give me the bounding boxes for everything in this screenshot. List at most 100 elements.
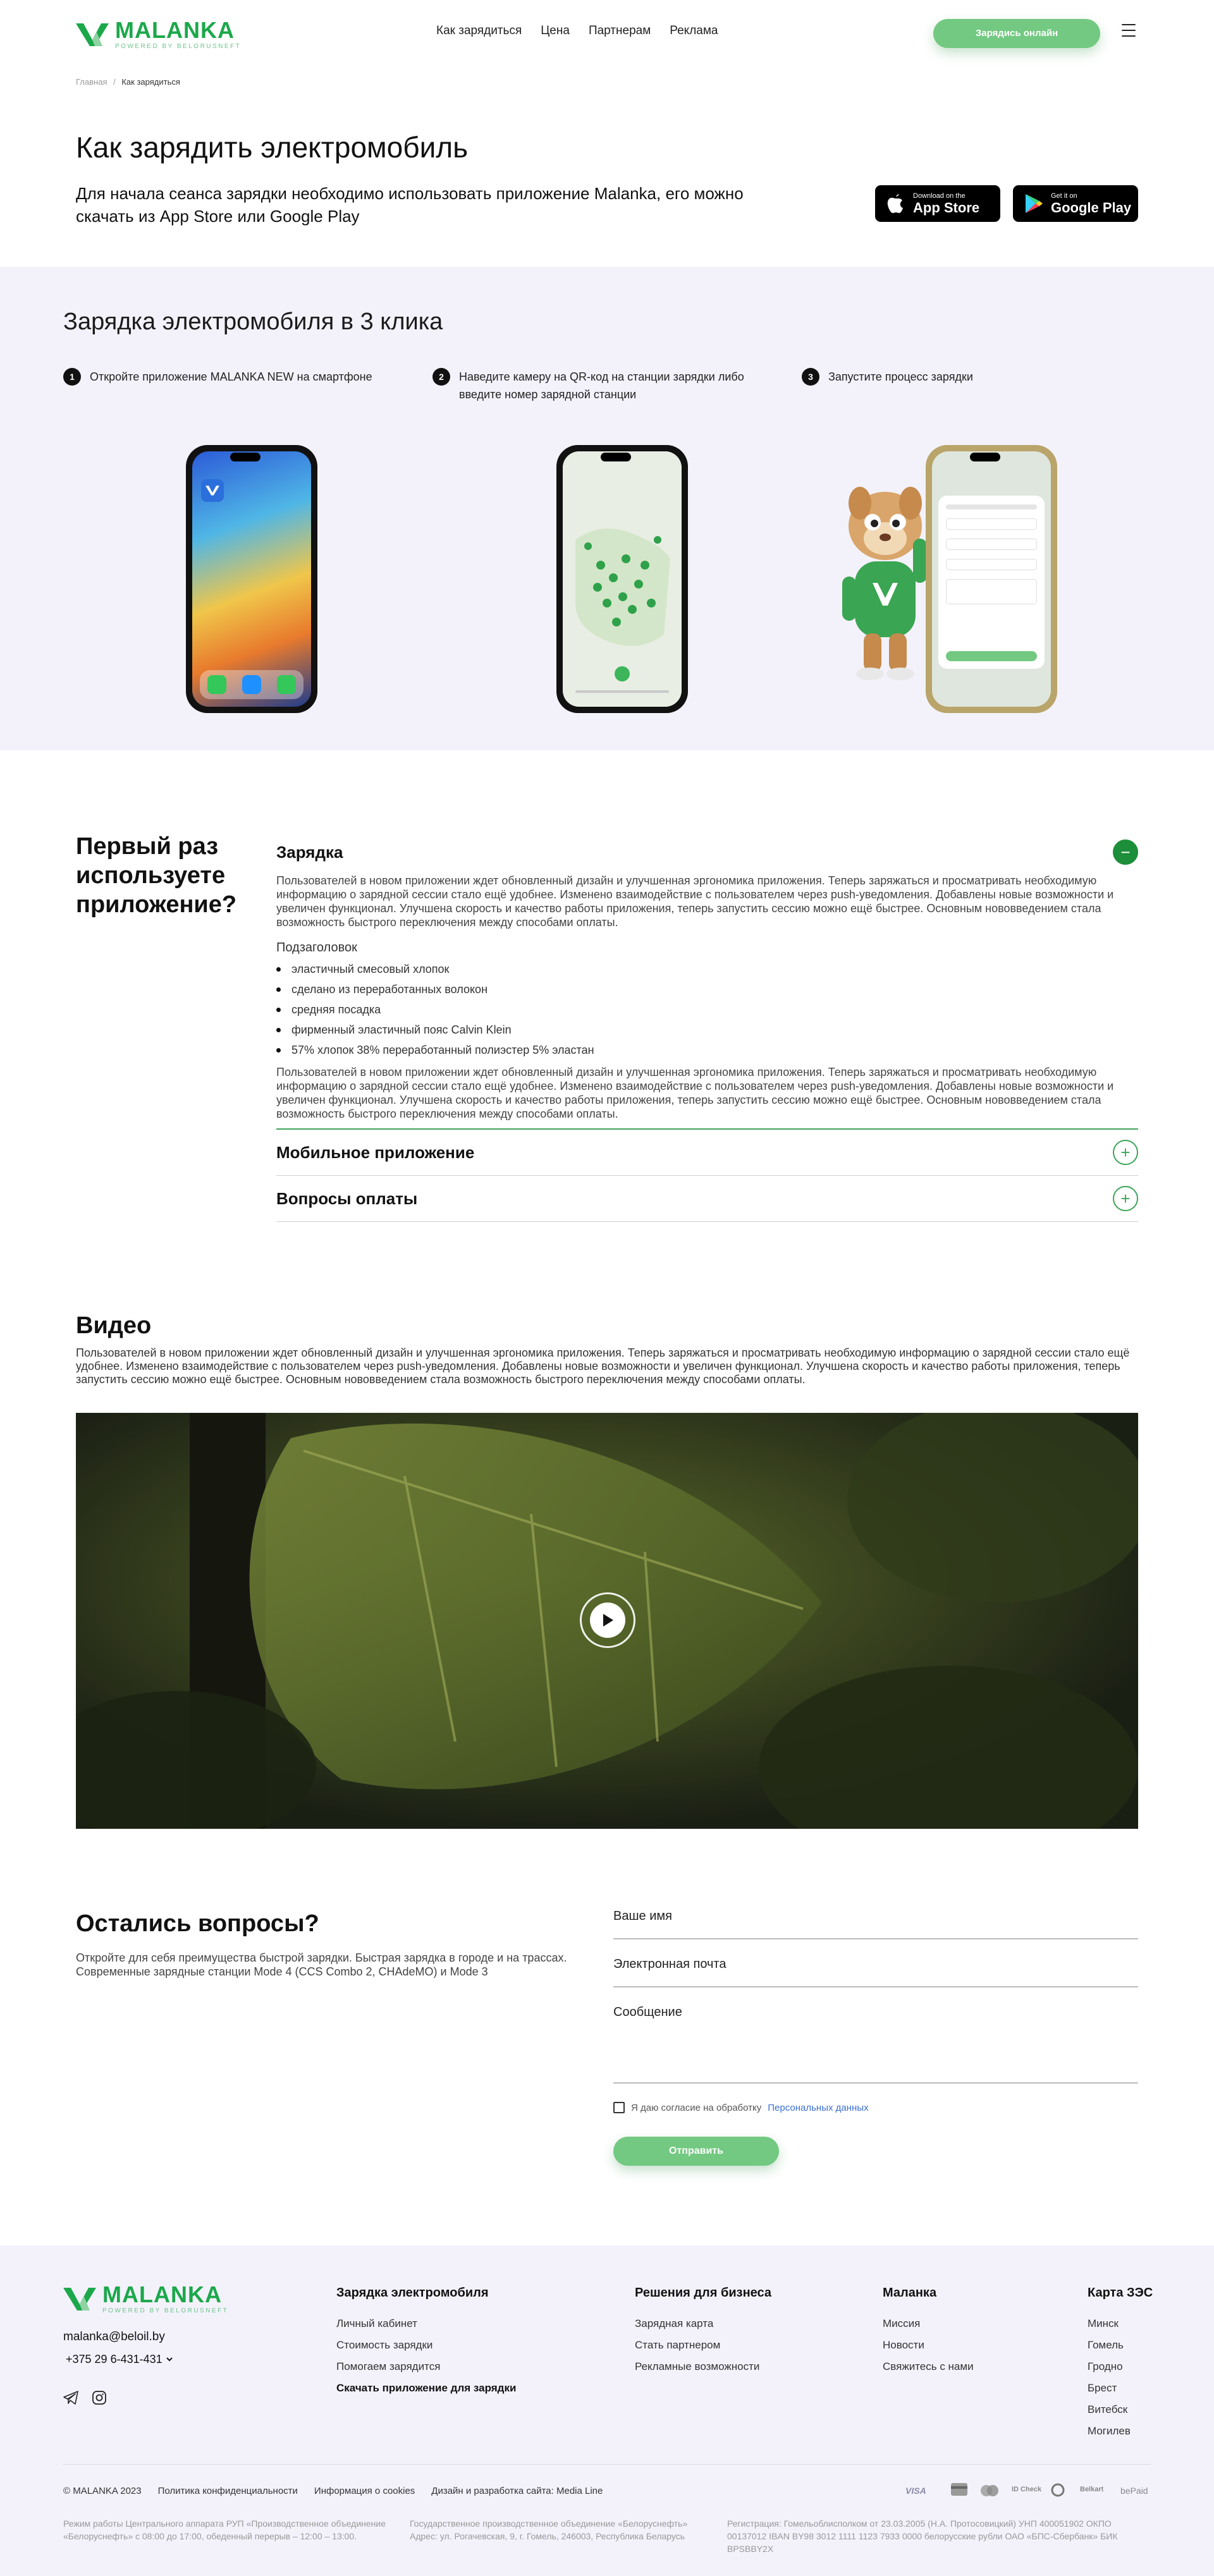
footer-info-address: Государственное производственное объедин… — [410, 2518, 688, 2541]
chevron-down-icon — [166, 2357, 173, 2362]
video-description: Пользователей в новом приложении ждет об… — [76, 1346, 1130, 1386]
email-field[interactable]: Электронная почта — [613, 1957, 1138, 1987]
instagram-icon[interactable] — [92, 2391, 106, 2405]
footer-link[interactable]: Стоимость зарядки — [336, 2335, 516, 2356]
step-1: 1 Откройте приложение MALANKA NEW на сма… — [63, 368, 417, 386]
app-store-button[interactable]: Download on the App Store — [875, 185, 1000, 222]
nav-how-to-charge[interactable]: Как зарядиться — [436, 24, 522, 38]
phone-charging-screen — [926, 445, 1057, 713]
consent-text: Я даю согласие на обработку — [631, 2102, 762, 2113]
nav-advertising[interactable]: Реклама — [670, 24, 718, 38]
personal-data-link[interactable]: Персональных данных — [768, 2103, 868, 2113]
logo-subtitle: POWERED BY BELORUSNEFT — [102, 2307, 229, 2314]
footer-col-business: Решения для бизнеса Зарядная карта Стать… — [635, 2286, 771, 2378]
mastercard-icon — [979, 2484, 1000, 2497]
faq-title: Первый раз используете приложение? — [76, 833, 237, 918]
name-label: Ваше имя — [613, 1909, 672, 1923]
accordion-title: Зарядка — [276, 842, 343, 862]
footer-link[interactable]: Зарядная карта — [635, 2313, 771, 2335]
footer-info-registration: Регистрация: Гомельоблисполком от 23.03.… — [727, 2518, 1118, 2554]
charge-online-button[interactable]: Зарядись онлайн — [933, 19, 1100, 48]
malanka-logo-icon — [76, 23, 109, 46]
phone-map-screen — [556, 445, 688, 713]
accordion-paragraph: Пользователей в новом приложении ждет об… — [276, 874, 1114, 929]
footer-col-title: Карта ЗЭС — [1088, 2286, 1153, 2300]
id-check-icon: ID Check — [1012, 2486, 1042, 2493]
social-icons — [63, 2391, 106, 2405]
step-text: Откройте приложение MALANKA NEW на смарт… — [90, 370, 372, 383]
dock — [200, 670, 304, 699]
expand-plus-icon[interactable]: + — [1113, 1186, 1138, 1211]
footer-link[interactable]: Миссия — [883, 2313, 974, 2335]
step-3: 3 Запустите процесс зарядки — [802, 368, 1131, 386]
payment-card-icon — [951, 2483, 967, 2496]
google-play-button[interactable]: Get it on Google Play — [1013, 185, 1138, 222]
video-title: Видео — [76, 1312, 152, 1339]
phone-home-screen — [186, 445, 317, 713]
steps-section: Зарядка электромобиля в 3 клика 1 Открой… — [0, 267, 1214, 750]
footer-link[interactable]: Помогаем зарядится — [336, 2356, 516, 2378]
footer-link[interactable]: Брест — [1088, 2378, 1153, 2399]
menu-burger-icon[interactable] — [1122, 24, 1136, 38]
privacy-policy-link[interactable]: Политика конфиденциальности — [158, 2486, 298, 2496]
footer-link[interactable]: Стать партнером — [635, 2335, 771, 2356]
divider — [276, 1221, 1138, 1222]
hero-lead: Для начала сеанса зарядки необходимо исп… — [76, 184, 744, 226]
squirrel-mascot-icon — [842, 487, 927, 680]
footer-link[interactable]: Гродно — [1088, 2356, 1153, 2378]
breadcrumb-current: Как зарядиться — [121, 77, 180, 87]
accordion-header-payment[interactable]: Вопросы оплаты + — [276, 1176, 1138, 1221]
collapse-minus-icon[interactable]: − — [1113, 839, 1138, 865]
apple-icon — [887, 194, 903, 213]
footer-link[interactable]: Рекламные возможности — [635, 2356, 771, 2378]
footer-divider — [63, 2464, 1151, 2465]
accordion-list: эластичный смесовый хлопок сделано из пе… — [276, 959, 1138, 1060]
expand-plus-icon[interactable]: + — [1113, 1140, 1138, 1165]
footer-link[interactable]: Могилев — [1088, 2420, 1153, 2442]
telegram-icon[interactable] — [63, 2391, 78, 2405]
play-button[interactable] — [580, 1592, 635, 1648]
breadcrumb-home[interactable]: Главная — [76, 77, 107, 87]
step-2: 2 Наведите камеру на QR-код на станции з… — [432, 368, 761, 403]
footer-email[interactable]: malanka@beloil.by — [63, 2330, 165, 2344]
nav-price[interactable]: Цена — [541, 24, 570, 38]
footer-link[interactable]: Личный кабинет — [336, 2313, 516, 2335]
footer-col-malanka: Маланка Миссия Новости Свяжитесь с нами — [883, 2286, 974, 2378]
cookies-link[interactable]: Информация о cookies — [314, 2486, 415, 2496]
message-field[interactable]: Сообщение — [613, 2005, 1138, 2084]
belkart-logo-icon: Belkart — [1080, 2486, 1104, 2493]
footer-link-download-app[interactable]: Скачать приложение для зарядки — [336, 2378, 516, 2399]
consent-row: Я даю согласие на обработку Персональных… — [613, 2102, 869, 2113]
accordion-header-charging[interactable]: Зарядка − — [276, 839, 1138, 865]
footer-link[interactable]: Свяжитесь с нами — [883, 2356, 974, 2378]
developer-link[interactable]: Дизайн и разработка сайта: Media Line — [431, 2486, 603, 2496]
visa-icon: VISA — [905, 2486, 926, 2496]
footer-phone[interactable]: +375 29 6-431-431 — [66, 2353, 173, 2366]
steps-title: Зарядка электромобиля в 3 клика — [63, 308, 443, 335]
logo-brand: MALANKA — [115, 17, 235, 43]
footer-link[interactable]: Минск — [1088, 2313, 1153, 2335]
footer-link[interactable]: Витебск — [1088, 2399, 1153, 2420]
list-item: средняя посадка — [276, 999, 1138, 1020]
footer-link[interactable]: Гомель — [1088, 2335, 1153, 2356]
list-item: сделано из переработанных волокон — [276, 979, 1138, 999]
accordion-paragraph: Пользователей в новом приложении ждет об… — [276, 1066, 1114, 1120]
submit-button[interactable]: Отправить — [613, 2137, 779, 2166]
video-player[interactable] — [76, 1413, 1138, 1829]
list-item: фирменный эластичный пояс Calvin Klein — [276, 1020, 1138, 1040]
name-field[interactable]: Ваше имя — [613, 1909, 1138, 1939]
footer-col-title: Маланка — [883, 2286, 937, 2300]
page-title: Как зарядить электромобиль — [76, 131, 469, 164]
footer-logo[interactable]: MALANKA POWERED BY BELORUSNEFT — [63, 2283, 228, 2314]
footer-link[interactable]: Новости — [883, 2335, 974, 2356]
nav-partners[interactable]: Партнерам — [589, 24, 651, 38]
list-item: эластичный смесовый хлопок — [276, 959, 1138, 979]
logo[interactable]: MALANKA POWERED BY BELORUSNEFT — [76, 19, 241, 50]
message-label: Сообщение — [613, 2005, 682, 2019]
consent-checkbox[interactable] — [613, 2102, 625, 2113]
accordion-charging: Зарядка − Пользователей в новом приложен… — [276, 839, 1138, 1222]
logo-brand: MALANKA — [102, 2281, 222, 2307]
accordion-header-mobile-app[interactable]: Мобильное приложение + — [276, 1130, 1138, 1175]
step-text: Запустите процесс зарядки — [828, 370, 973, 383]
footer-bottom-links: © MALANKA 2023 Политика конфиденциальнос… — [63, 2486, 603, 2496]
